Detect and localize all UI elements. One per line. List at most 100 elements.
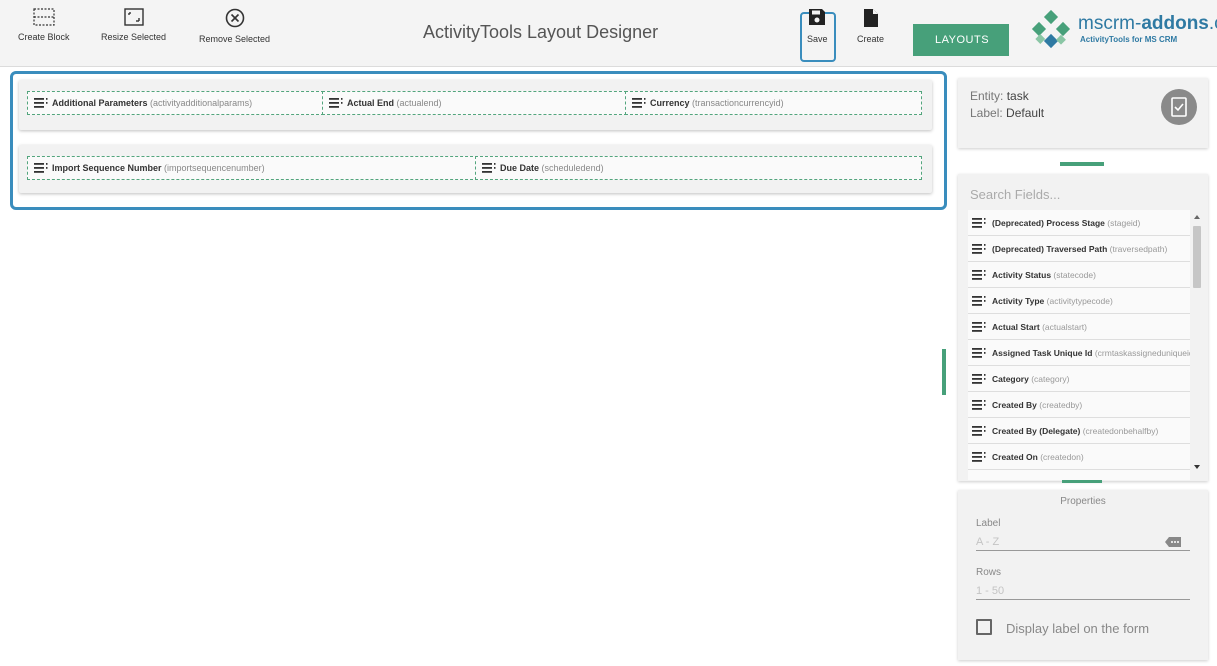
field-label: Created By: [992, 400, 1037, 410]
field-list-item[interactable]: Created By (Delegate) (createdonbehalfby…: [968, 418, 1190, 444]
field-list-item[interactable]: Category (category): [968, 366, 1190, 392]
layout-row[interactable]: Import Sequence Number (importsequencenu…: [19, 145, 932, 193]
field-schema: (traversedpath): [1109, 244, 1168, 254]
scrollbar-thumb[interactable]: [1193, 226, 1201, 288]
field-schema: (actualstart): [1042, 322, 1087, 332]
field-schema: (activitytypecode): [1046, 296, 1113, 306]
logo-name-bold: addons: [1141, 13, 1209, 34]
logo-tagline: ActivityTools for MS CRM: [1080, 35, 1178, 44]
layouts-button[interactable]: LAYOUTS: [913, 24, 1009, 56]
field-list-item[interactable]: Activity Status (statecode): [968, 262, 1190, 288]
drag-handle-icon: [972, 400, 986, 410]
field-list: (Deprecated) Process Stage (stageid) (De…: [968, 210, 1190, 480]
field-label: Created On: [992, 452, 1038, 462]
create-label: Create: [857, 34, 885, 44]
field-label: Assigned Task Unique Id: [992, 348, 1093, 358]
drag-handle-icon: [972, 452, 986, 462]
field-list-item[interactable]: Created By (createdby): [968, 392, 1190, 418]
field-label: (Deprecated) Traversed Path: [992, 244, 1108, 254]
logo-name-suffix: .c: [1208, 13, 1217, 34]
label-prefix: Label:: [970, 106, 1003, 120]
entity-card-splitter[interactable]: [1060, 162, 1104, 166]
entity-line: Entity: task: [970, 89, 1029, 103]
field-label: Activity Status: [992, 270, 1052, 280]
drag-handle-icon: [972, 426, 986, 436]
rows-property-label: Rows: [976, 567, 1002, 578]
properties-panel: Properties Label Rows Display label on t…: [958, 490, 1208, 660]
entity-value: task: [1006, 89, 1029, 103]
save-label: Save: [807, 34, 828, 44]
grid-block-icon: [33, 8, 55, 26]
field-list-item[interactable]: Activity Type (activitytypecode): [968, 288, 1190, 314]
cell-schema: (importsequencenumber): [164, 163, 265, 173]
label-property-label: Label: [976, 518, 1001, 529]
layout-cell[interactable]: Currency (transactioncurrencyid): [625, 91, 922, 115]
cell-schema: (actualend): [396, 98, 442, 108]
drag-handle-icon: [972, 296, 986, 306]
drag-handle-icon: [632, 98, 646, 108]
layout-row[interactable]: Additional Parameters (activityadditiona…: [19, 80, 932, 130]
entity-prefix: Entity:: [970, 89, 1004, 103]
create-block-button[interactable]: Create Block: [18, 8, 70, 42]
field-list-item[interactable]: Actual Start (actualstart): [968, 314, 1190, 340]
cell-label: Due Date: [500, 163, 540, 173]
label-property-input[interactable]: [976, 534, 1190, 551]
field-list-item[interactable]: (Deprecated) Process Stage (stageid): [968, 210, 1190, 236]
layout-cell[interactable]: Import Sequence Number (importsequencenu…: [27, 156, 478, 180]
layout-cell[interactable]: Due Date (scheduledend): [475, 156, 922, 180]
field-list-item[interactable]: Created On (createdon): [968, 444, 1190, 470]
label-line: Label: Default: [970, 106, 1044, 120]
layout-cell[interactable]: Actual End (actualend): [322, 91, 627, 115]
create-block-label: Create Block: [18, 32, 70, 42]
display-label-checkbox[interactable]: [976, 619, 992, 635]
field-label: Category: [992, 374, 1029, 384]
cell-label: Currency: [650, 98, 690, 108]
more-options-icon[interactable]: [1165, 536, 1183, 548]
display-label-text: Display label on the form: [1006, 621, 1150, 636]
drag-handle-icon: [972, 348, 986, 358]
resize-selected-label: Resize Selected: [101, 32, 167, 42]
remove-selected-button[interactable]: Remove Selected: [199, 8, 270, 44]
drag-handle-icon: [972, 322, 986, 332]
resize-selected-button[interactable]: Resize Selected: [101, 8, 166, 42]
field-label: Created By (Delegate): [992, 426, 1081, 436]
field-list-scrollbar[interactable]: [1191, 210, 1203, 478]
cell-schema: (transactioncurrencyid): [692, 98, 784, 108]
drag-handle-icon: [329, 98, 343, 108]
toolbar: Create Block Resize Selected Remove Sele…: [0, 0, 1217, 67]
resize-icon: [123, 8, 144, 26]
field-list-item[interactable]: Assigned Task Unique Id (crmtaskassigned…: [968, 340, 1190, 366]
drag-handle-icon: [34, 163, 48, 173]
field-label: Activity Type: [992, 296, 1045, 306]
scroll-up-arrow-icon: [1194, 215, 1200, 219]
search-fields-input[interactable]: [968, 182, 1197, 206]
drag-handle-icon: [972, 374, 986, 384]
drag-handle-icon: [34, 98, 48, 108]
layout-cell[interactable]: Additional Parameters (activityadditiona…: [27, 91, 324, 115]
mscrm-addons-logo: mscrm-addons.c ActivityTools for MS CRM: [1028, 8, 1217, 62]
scroll-down-arrow-icon: [1194, 465, 1200, 469]
field-schema: (createdby): [1039, 400, 1083, 410]
field-label: Actual Start: [992, 322, 1040, 332]
field-schema: (stageid): [1107, 218, 1141, 228]
field-schema: (category): [1031, 374, 1070, 384]
cell-label: Actual End: [347, 98, 395, 108]
fields-panel: (Deprecated) Process Stage (stageid) (De…: [958, 174, 1208, 481]
cell-schema: (scheduledend): [541, 163, 604, 173]
logo-name-prefix: mscrm-: [1078, 13, 1142, 34]
save-button[interactable]: Save: [807, 8, 828, 44]
field-schema: (createdonbehalfby): [1082, 426, 1159, 436]
field-list-item[interactable]: (Deprecated) Traversed Path (traversedpa…: [968, 236, 1190, 262]
drag-handle-icon: [972, 218, 986, 228]
field-schema: (statecode): [1053, 270, 1096, 280]
logo-wordmark: mscrm-addons.c: [1078, 14, 1217, 34]
remove-selected-label: Remove Selected: [199, 34, 271, 44]
task-check-icon: [1161, 89, 1197, 125]
floppy-disk-icon: [809, 9, 826, 25]
fields-panel-splitter[interactable]: [1062, 480, 1102, 483]
panel-splitter-handle[interactable]: [942, 349, 946, 395]
rows-property-input[interactable]: [976, 583, 1190, 600]
create-button[interactable]: Create: [857, 8, 884, 44]
field-schema: (crmtaskassigneduniqueid): [1094, 348, 1190, 358]
remove-circle-icon: [225, 8, 244, 28]
